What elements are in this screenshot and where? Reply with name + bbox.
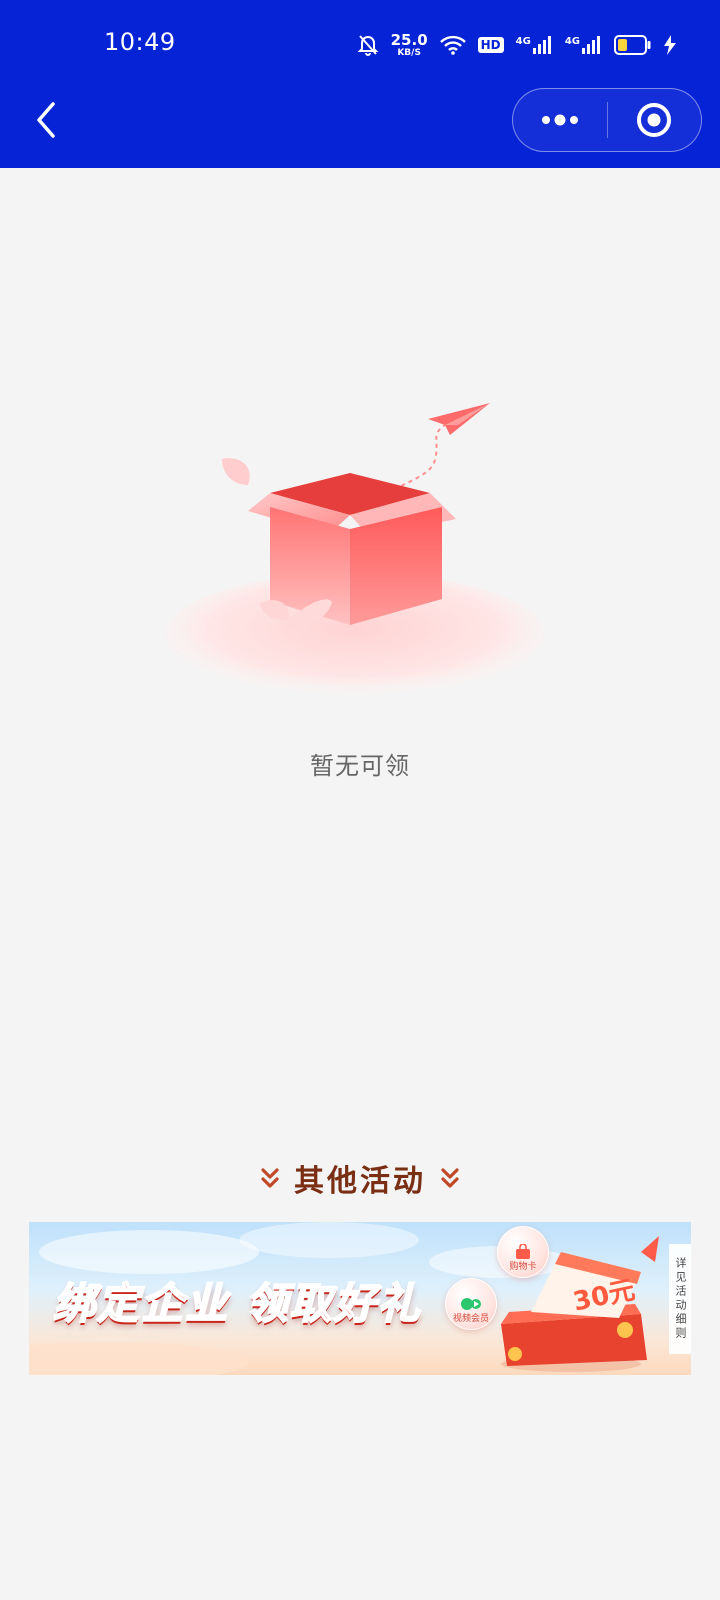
top-bar: 10:49 25.0 KB/S HD 4G 4G: [0, 0, 720, 168]
battery-icon: [614, 35, 652, 55]
signal-1-label: 4G: [515, 36, 531, 47]
empty-box-illustration: [160, 395, 560, 697]
wifi-icon: [439, 35, 466, 55]
double-chevron-down-icon: [441, 1168, 459, 1188]
signal-icon: 4G: [516, 36, 553, 54]
signal-icon: 4G: [565, 36, 602, 54]
banner-headline: 绑定企业 领取好礼: [52, 1278, 422, 1329]
net-speed-unit: KB/S: [397, 47, 421, 58]
net-speed: 25.0 KB/S: [390, 30, 428, 58]
section-title: 其他活动: [0, 1156, 720, 1200]
video-play-icon: [461, 1296, 481, 1312]
close-miniapp-button[interactable]: [608, 89, 702, 151]
more-button[interactable]: [513, 89, 607, 151]
video-member-bubble: 视频会员: [445, 1278, 497, 1330]
charging-icon: [664, 35, 676, 55]
status-time: 10:49: [104, 28, 176, 56]
net-speed-value: 25.0: [390, 30, 428, 49]
capsule-menu: [512, 88, 702, 152]
empty-message: 暂无可领: [310, 752, 410, 780]
back-button[interactable]: [26, 98, 66, 142]
status-icons: 25.0 KB/S HD 4G 4G: [357, 28, 676, 62]
double-chevron-down-icon: [261, 1168, 279, 1188]
gift-box-illustration: 30元: [501, 1236, 659, 1372]
more-dots-icon: [541, 114, 578, 126]
chevron-left-icon: [37, 102, 55, 138]
hd-icon: HD: [477, 37, 504, 53]
rules-tag[interactable]: 详见活动细则: [669, 1244, 691, 1354]
mute-bell-icon: [357, 33, 379, 57]
signal-2-label: 4G: [564, 36, 580, 47]
video-member-label: 视频会员: [452, 1314, 489, 1324]
activity-banner[interactable]: 绑定企业 领取好礼 购物卡 视频会员 30元 详见活动细则: [29, 1222, 691, 1375]
section-title-text: 其他活动: [294, 1164, 426, 1199]
target-icon: [637, 103, 672, 137]
